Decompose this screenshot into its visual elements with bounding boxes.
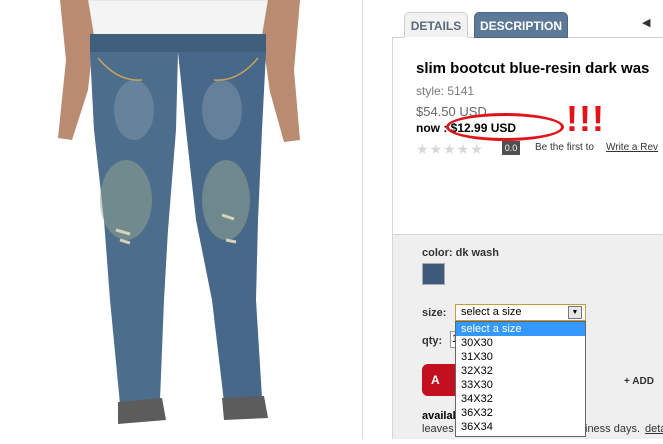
red-circle-annotation	[446, 113, 564, 141]
details-link[interactable]: deta	[645, 423, 663, 435]
review-prompt: Be the first to	[535, 142, 594, 153]
size-select[interactable]: select a size	[455, 304, 586, 321]
panel-border	[392, 38, 393, 234]
size-option[interactable]: 36X34	[456, 420, 585, 434]
qty-label: qty:	[422, 335, 443, 347]
jeans-image	[58, 0, 300, 424]
shipping-days-text: iness days.	[585, 423, 641, 435]
column-divider	[362, 0, 363, 439]
tab-details[interactable]: DETAILS	[404, 12, 468, 38]
product-style: style: 5141	[416, 84, 475, 98]
size-option[interactable]: 34X32	[456, 392, 585, 406]
rating-stars-icon: ★★★★★	[416, 141, 484, 157]
availability-text: leaves	[422, 423, 454, 435]
rating-score: 0.0	[502, 141, 520, 155]
size-label: size:	[422, 307, 447, 319]
add-to-list-link[interactable]: + ADD	[624, 376, 654, 387]
size-option[interactable]: 30X30	[456, 336, 585, 350]
color-swatch[interactable]	[422, 263, 445, 285]
exclamation-annotation: !!!	[566, 98, 605, 139]
product-photo	[0, 0, 362, 439]
size-option[interactable]: 31X30	[456, 350, 585, 364]
size-option[interactable]: 32X32	[456, 364, 585, 378]
size-option[interactable]: 36X32	[456, 406, 585, 420]
dropdown-arrow-icon[interactable]: ▼	[568, 306, 582, 319]
size-option[interactable]: 33X30	[456, 378, 585, 392]
write-review-link[interactable]: Write a Rev	[606, 142, 658, 153]
product-title: slim bootcut blue-resin dark was	[416, 60, 650, 77]
size-option[interactable]: select a size	[456, 322, 585, 336]
tab-description[interactable]: DESCRIPTION	[474, 12, 568, 38]
add-to-bag-button[interactable]: A	[422, 364, 458, 396]
color-label: color: dk wash	[422, 247, 500, 259]
availability-label: availab	[422, 410, 460, 422]
size-dropdown-list[interactable]: select a size 30X30 31X30 32X32 33X30 34…	[455, 321, 586, 437]
next-arrow-icon[interactable]: ◀	[642, 16, 650, 29]
